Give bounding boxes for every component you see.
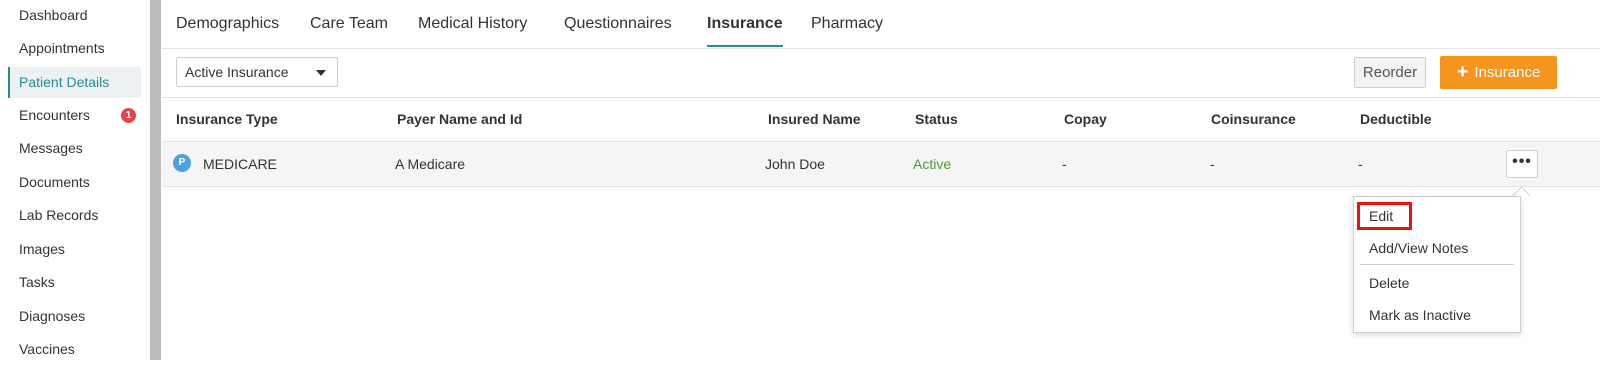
sidebar-item-label: Tasks (19, 274, 55, 290)
insurance-filter-select[interactable]: Active Insurance (176, 57, 338, 87)
reorder-button[interactable]: Reorder (1354, 57, 1426, 88)
add-insurance-label: Insurance (1474, 64, 1541, 81)
column-header-copay: Copay (1064, 111, 1107, 127)
column-header-coinsurance: Coinsurance (1211, 111, 1296, 127)
sidebar-item-label: Vaccines (19, 341, 75, 357)
cell-coinsurance: - (1210, 156, 1215, 172)
sidebar-item-vaccines[interactable]: Vaccines (8, 334, 141, 365)
tab-pharmacy[interactable]: Pharmacy (811, 0, 883, 47)
sidebar-item-label: Patient Details (19, 74, 110, 90)
cell-insurance-type: MEDICARE (203, 156, 277, 172)
sidebar-item-label: Appointments (19, 40, 105, 56)
sidebar-item-appointments[interactable]: Appointments (8, 33, 141, 64)
main-content: Demographics Care Team Medical History Q… (162, 0, 1600, 360)
cell-status: Active (913, 156, 952, 172)
sidebar-item-documents[interactable]: Documents (8, 167, 141, 198)
sidebar-item-label: Dashboard (19, 7, 88, 23)
sidebar-item-label: Messages (19, 140, 83, 156)
menu-item-edit[interactable]: Edit (1369, 208, 1393, 224)
cell-copay: - (1062, 156, 1067, 172)
sidebar-item-dashboard[interactable]: Dashboard (8, 0, 141, 31)
table-header: Insurance Type Payer Name and Id Insured… (162, 97, 1600, 142)
tab-questionnaires[interactable]: Questionnaires (564, 0, 672, 47)
cell-insured-name: John Doe (765, 156, 825, 172)
insurance-toolbar: Active Insurance Reorder + Insurance (162, 48, 1600, 98)
column-header-status: Status (915, 111, 958, 127)
sidebar-item-images[interactable]: Images (8, 234, 141, 265)
tab-demographics[interactable]: Demographics (176, 0, 279, 47)
sidebar-item-label: Encounters (19, 107, 90, 123)
sidebar-item-label: Documents (19, 174, 90, 190)
menu-item-delete[interactable]: Delete (1369, 275, 1409, 291)
sidebar-item-encounters[interactable]: Encounters 1 (8, 100, 141, 131)
insurance-filter-value: Active Insurance (185, 64, 289, 80)
tab-medical-history[interactable]: Medical History (418, 0, 527, 47)
plus-icon: + (1456, 61, 1469, 83)
add-insurance-button[interactable]: + Insurance (1440, 56, 1557, 89)
sidebar-item-label: Diagnoses (19, 308, 86, 324)
sidebar-item-lab-records[interactable]: Lab Records (8, 200, 141, 231)
sidebar-item-label: Images (19, 241, 65, 257)
ellipsis-icon: ••• (1512, 153, 1532, 170)
sidebar-item-messages[interactable]: Messages (8, 133, 141, 164)
sidebar-item-patient-details[interactable]: Patient Details (8, 67, 141, 98)
column-header-deductible: Deductible (1360, 111, 1432, 127)
column-header-insured-name: Insured Name (768, 111, 861, 127)
row-actions-menu: Edit Add/View Notes Delete Mark as Inact… (1353, 196, 1521, 333)
cell-deductible: - (1358, 156, 1363, 172)
sidebar-item-diagnoses[interactable]: Diagnoses (8, 301, 141, 332)
sidebar-scrollbar[interactable] (150, 0, 161, 360)
menu-item-mark-inactive[interactable]: Mark as Inactive (1369, 307, 1471, 323)
notification-badge: 1 (121, 108, 136, 123)
tab-care-team[interactable]: Care Team (310, 0, 388, 47)
patient-tabs: Demographics Care Team Medical History Q… (162, 0, 1600, 49)
menu-item-add-view-notes[interactable]: Add/View Notes (1369, 240, 1468, 256)
table-row[interactable]: P MEDICARE A Medicare John Doe Active - … (162, 142, 1600, 187)
menu-divider (1360, 264, 1514, 265)
sidebar-item-label: Lab Records (19, 207, 99, 223)
column-header-payer: Payer Name and Id (397, 111, 523, 127)
more-actions-button[interactable]: ••• (1506, 150, 1538, 178)
tab-insurance[interactable]: Insurance (707, 0, 783, 47)
column-header-insurance-type: Insurance Type (176, 111, 278, 127)
primary-badge-icon: P (173, 154, 191, 172)
cell-payer: A Medicare (395, 156, 466, 172)
sidebar-nav: Dashboard Appointments Patient Details E… (0, 0, 148, 360)
caret-down-icon (316, 70, 326, 76)
sidebar-item-tasks[interactable]: Tasks (8, 267, 141, 298)
